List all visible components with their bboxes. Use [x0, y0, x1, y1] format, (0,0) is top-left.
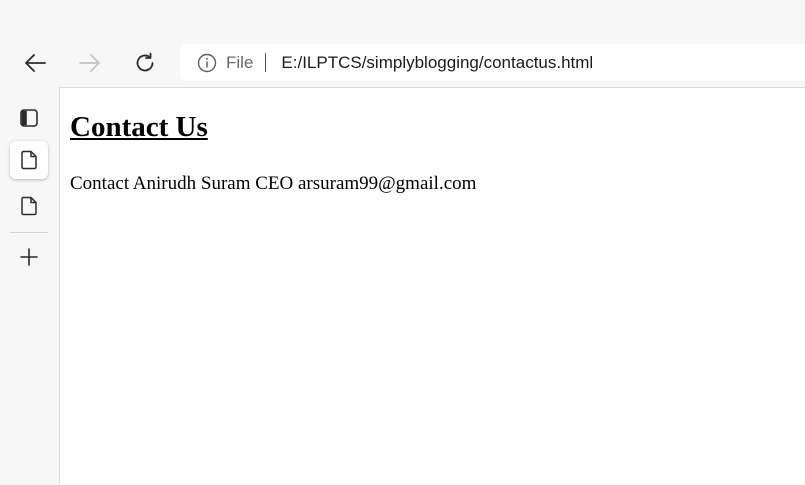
arrow-right-icon — [79, 54, 100, 72]
back-button[interactable] — [17, 46, 53, 80]
address-bar[interactable]: File E:/ILPTCS/simplyblogging/contactus.… — [180, 44, 805, 81]
arrow-left-icon — [25, 54, 46, 72]
browser-toolbar: File E:/ILPTCS/simplyblogging/contactus.… — [0, 40, 805, 87]
forward-button[interactable] — [72, 46, 108, 80]
tab-item-active[interactable] — [10, 141, 48, 179]
page-icon — [21, 196, 37, 216]
info-icon[interactable] — [197, 53, 217, 73]
tab-item[interactable] — [10, 187, 48, 225]
plus-icon — [20, 248, 38, 266]
tab-actions-icon — [20, 109, 38, 127]
sidebar-divider — [10, 232, 48, 233]
page-heading: Contact Us — [70, 111, 208, 143]
page-content: Contact Us Contact Anirudh Suram CEO ars… — [60, 88, 805, 485]
tab-actions-button[interactable] — [10, 99, 48, 137]
protocol-label: File — [226, 52, 254, 72]
vertical-tabs-sidebar — [0, 87, 60, 485]
url-text[interactable]: E:/ILPTCS/simplyblogging/contactus.html — [281, 53, 593, 73]
browser-window: File E:/ILPTCS/simplyblogging/contactus.… — [0, 0, 805, 485]
refresh-icon — [136, 52, 154, 72]
new-tab-button[interactable] — [10, 238, 48, 276]
page-icon — [21, 150, 37, 170]
refresh-button[interactable] — [127, 46, 163, 80]
contact-text: Contact Anirudh Suram CEO arsuram99@gmai… — [70, 173, 477, 194]
address-separator — [265, 53, 267, 72]
